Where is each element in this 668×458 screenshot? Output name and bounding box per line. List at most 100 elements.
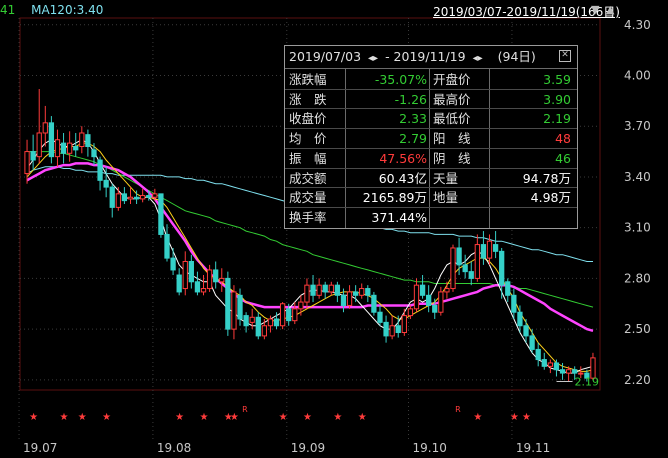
y-tick-label: 2.20 bbox=[624, 373, 651, 387]
candle[interactable] bbox=[97, 156, 103, 191]
candle-body bbox=[499, 250, 505, 286]
candle-body bbox=[286, 308, 292, 322]
scroll-up-button[interactable]: ▲ bbox=[606, 3, 614, 16]
candle[interactable] bbox=[377, 305, 383, 326]
candle[interactable] bbox=[462, 254, 468, 279]
candle[interactable] bbox=[541, 352, 547, 370]
candle[interactable] bbox=[413, 278, 420, 313]
stat-value: 3.90 bbox=[543, 91, 571, 107]
signal-markers: ★ ★ ★ ★ ★ ★ ★★R★ ★ ★ ★R★ ★ ★ bbox=[29, 405, 531, 423]
candle[interactable] bbox=[85, 129, 91, 157]
candle[interactable] bbox=[304, 278, 310, 309]
candle[interactable] bbox=[109, 183, 115, 218]
candle[interactable] bbox=[182, 251, 188, 296]
candle[interactable] bbox=[529, 329, 535, 353]
candle[interactable] bbox=[505, 278, 511, 303]
candle[interactable] bbox=[54, 129, 61, 167]
candle-body bbox=[413, 284, 420, 310]
y-tick-label: 3.40 bbox=[624, 170, 651, 184]
candle[interactable] bbox=[206, 264, 213, 292]
candle[interactable] bbox=[66, 131, 73, 162]
candle[interactable] bbox=[468, 261, 474, 286]
start-date-stepper[interactable]: ◂▸ bbox=[368, 53, 378, 64]
candle[interactable] bbox=[359, 283, 365, 299]
candle-body bbox=[517, 311, 523, 327]
end-date-stepper[interactable]: ◂▸ bbox=[473, 53, 483, 64]
stat-label: 均 价 bbox=[289, 131, 327, 147]
candle[interactable] bbox=[60, 132, 67, 164]
candle[interactable] bbox=[553, 359, 560, 377]
candle-body bbox=[79, 132, 85, 148]
candle[interactable] bbox=[279, 302, 286, 330]
candle[interactable] bbox=[310, 275, 316, 303]
candle[interactable] bbox=[231, 285, 237, 340]
candle[interactable] bbox=[188, 254, 194, 289]
candle[interactable] bbox=[535, 342, 541, 367]
candle[interactable] bbox=[371, 291, 377, 316]
candle[interactable] bbox=[48, 116, 55, 164]
candle[interactable] bbox=[438, 286, 444, 316]
candle[interactable] bbox=[42, 105, 48, 147]
candle[interactable] bbox=[225, 271, 231, 336]
candle-body bbox=[219, 277, 225, 283]
candle[interactable] bbox=[164, 224, 170, 262]
stats-row: 涨跌幅 -35.07% 开盘价 3.59 bbox=[285, 70, 577, 90]
scroll-down-button[interactable]: ▼ bbox=[591, 3, 599, 16]
close-icon[interactable]: ✕ bbox=[559, 50, 571, 62]
y-tick-label: 4.30 bbox=[624, 18, 651, 32]
candle[interactable] bbox=[365, 285, 371, 303]
candle[interactable] bbox=[200, 275, 207, 296]
candle[interactable] bbox=[334, 281, 341, 303]
candle[interactable] bbox=[176, 268, 182, 296]
candle[interactable] bbox=[328, 281, 334, 296]
candle[interactable] bbox=[480, 231, 487, 265]
candle[interactable] bbox=[255, 312, 261, 340]
candle-body bbox=[419, 284, 426, 296]
candle[interactable] bbox=[194, 271, 201, 296]
stat-label: 最高价 bbox=[433, 91, 471, 107]
candle[interactable] bbox=[383, 315, 389, 343]
candle-body bbox=[365, 288, 371, 296]
y-tick-label: 3.70 bbox=[624, 119, 651, 133]
candle[interactable] bbox=[79, 126, 85, 154]
candle[interactable] bbox=[73, 132, 79, 157]
candle[interactable] bbox=[213, 261, 219, 289]
candle[interactable] bbox=[346, 285, 353, 309]
candle[interactable] bbox=[432, 298, 438, 319]
ma-legend: 41 MA120:3.40 bbox=[0, 3, 103, 17]
panel-row-divider bbox=[285, 206, 577, 208]
candle[interactable] bbox=[499, 247, 505, 299]
candle[interactable] bbox=[316, 278, 322, 299]
candle[interactable] bbox=[547, 359, 554, 374]
candle-body bbox=[213, 269, 219, 283]
candle[interactable] bbox=[91, 143, 97, 166]
candle[interactable] bbox=[450, 244, 456, 292]
candle[interactable] bbox=[401, 308, 407, 336]
candle[interactable] bbox=[219, 268, 225, 292]
candle[interactable] bbox=[474, 234, 480, 282]
candle[interactable] bbox=[352, 285, 359, 303]
candle[interactable] bbox=[170, 247, 176, 276]
x-tick-label: 19.11 bbox=[516, 441, 550, 455]
candle-body bbox=[480, 244, 487, 259]
candle-body bbox=[572, 369, 578, 374]
panel-row-divider bbox=[285, 187, 577, 189]
stat-value: 47.56% bbox=[379, 150, 427, 166]
candle[interactable] bbox=[389, 315, 395, 340]
candle[interactable] bbox=[30, 134, 36, 171]
candle[interactable] bbox=[444, 281, 450, 299]
candle[interactable] bbox=[140, 188, 146, 203]
candle[interactable] bbox=[322, 281, 328, 299]
candle[interactable] bbox=[115, 187, 121, 211]
candle[interactable] bbox=[127, 187, 134, 204]
candle[interactable] bbox=[426, 285, 432, 313]
star-signal-marker: ★ bbox=[200, 412, 209, 423]
candle[interactable] bbox=[121, 187, 128, 204]
candle[interactable] bbox=[292, 302, 298, 325]
candle-body bbox=[438, 291, 444, 313]
candle[interactable] bbox=[158, 193, 164, 238]
candle[interactable] bbox=[523, 318, 529, 343]
stat-value: 94.78万 bbox=[522, 170, 571, 186]
candle[interactable] bbox=[492, 231, 499, 259]
candle-body bbox=[103, 179, 109, 188]
